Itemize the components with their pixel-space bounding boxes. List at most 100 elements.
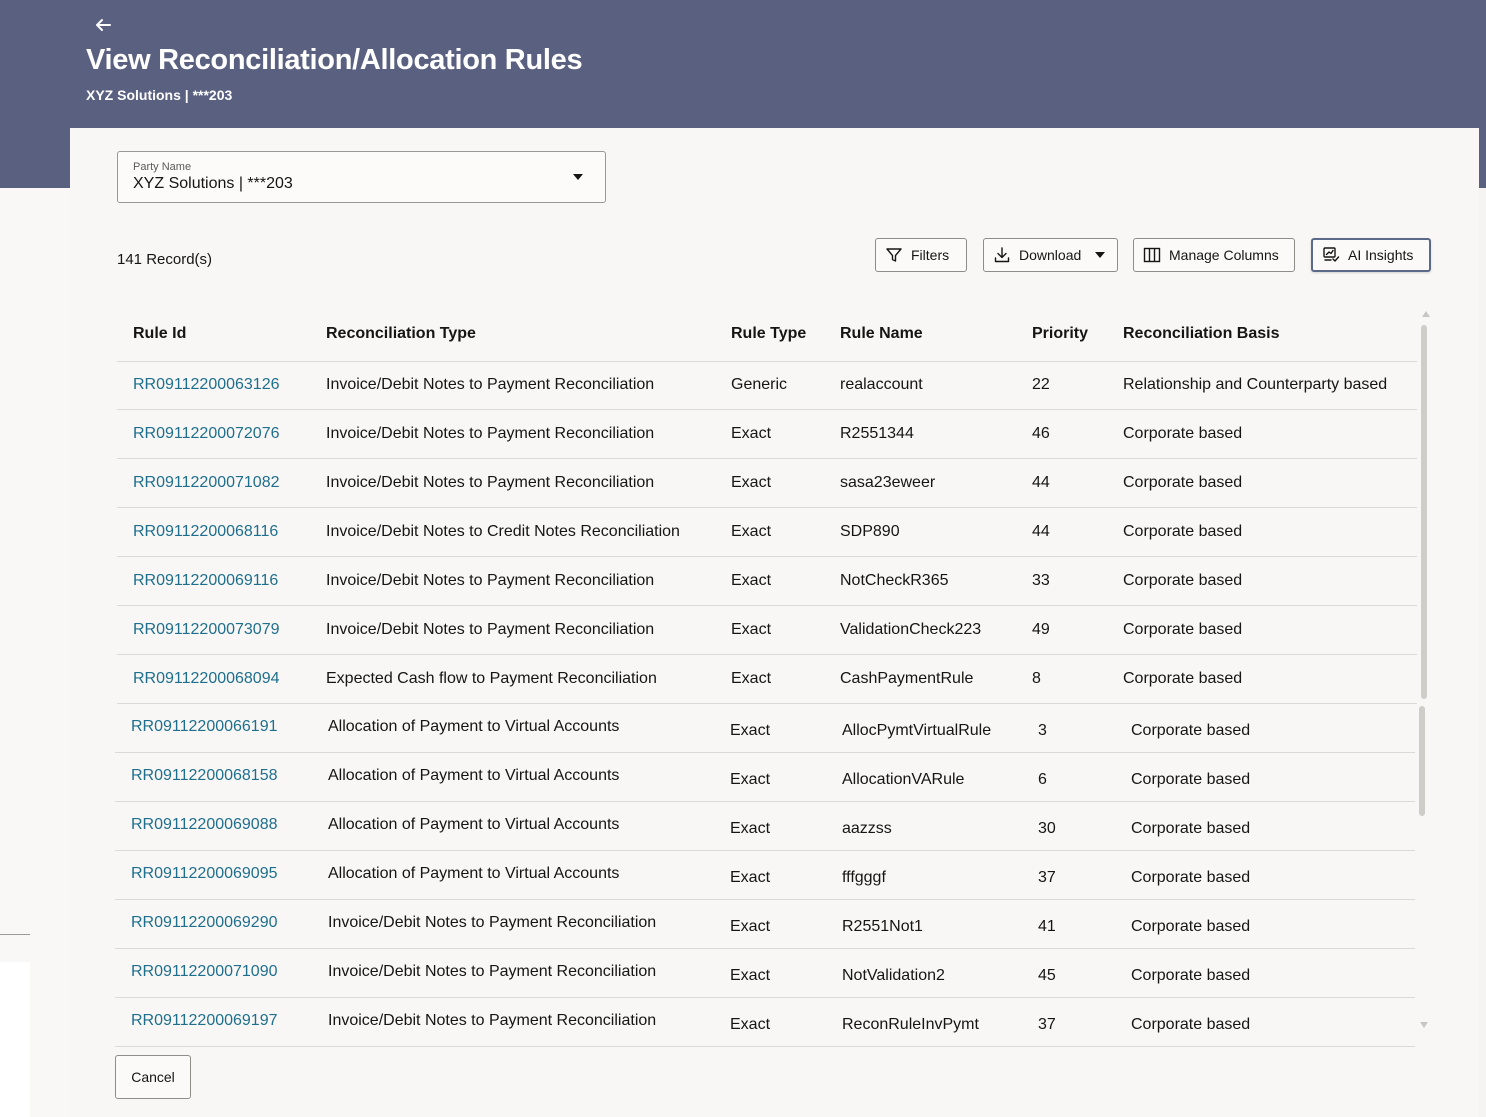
rule-name-cell: aazzss <box>842 820 892 837</box>
record-count: 141 Record(s) <box>117 251 213 268</box>
rule-type-cell: Exact <box>730 1016 771 1033</box>
party-name-label: Party Name <box>133 161 192 173</box>
rule-id-link[interactable]: RR09112200069290 <box>131 914 278 932</box>
page-subtitle: XYZ Solutions | ***203 <box>86 87 233 103</box>
reconciliation-type-cell: Invoice/Debit Notes to Payment Reconcili… <box>326 621 655 638</box>
reconciliation-type-cell: Invoice/Debit Notes to Payment Reconcili… <box>326 425 655 442</box>
priority-cell: 44 <box>1032 523 1050 540</box>
manage-columns-label: Manage Columns <box>1169 247 1279 263</box>
rule-id-link[interactable]: RR09112200068158 <box>131 767 278 785</box>
table-row: RR09112200069095 Allocation of Payment t… <box>115 851 1415 900</box>
rule-type-cell: Exact <box>731 425 772 442</box>
ai-insights-icon <box>1323 247 1340 262</box>
rule-type-cell: Exact <box>730 967 771 984</box>
scrollbar-thumb[interactable] <box>1421 325 1427 699</box>
rule-type-cell: Exact <box>730 869 771 886</box>
rule-type-cell: Exact <box>730 771 771 788</box>
priority-cell: 3 <box>1038 722 1047 739</box>
filters-button[interactable]: Filters <box>875 238 967 272</box>
table-row: RR09112200071082 Invoice/Debit Notes to … <box>117 459 1417 508</box>
table-row: RR09112200069290 Invoice/Debit Notes to … <box>115 900 1415 949</box>
reconciliation-basis-cell: Corporate based <box>1123 523 1243 540</box>
download-label: Download <box>1019 247 1082 263</box>
column-header-rule-type[interactable]: Rule Type <box>731 325 806 343</box>
rule-name-cell: R2551Not1 <box>842 918 923 935</box>
table-row: RR09112200068094 Expected Cash flow to P… <box>117 655 1417 704</box>
reconciliation-basis-cell: Corporate based <box>1123 621 1243 638</box>
rule-name-cell: sasa23eweer <box>840 474 936 491</box>
table-row: RR09112200066191 Allocation of Payment t… <box>115 704 1415 753</box>
download-icon <box>994 247 1010 263</box>
table-body-top: RR09112200063126 Invoice/Debit Notes to … <box>117 361 1417 704</box>
reconciliation-basis-cell: Corporate based <box>1123 572 1243 589</box>
scroll-down-arrow[interactable] <box>1420 1022 1428 1028</box>
reconciliation-basis-cell: Corporate based <box>1131 820 1251 837</box>
rule-id-link[interactable]: RR09112200072076 <box>133 425 280 443</box>
column-header-reconciliation-basis[interactable]: Reconciliation Basis <box>1123 325 1280 343</box>
rule-id-link[interactable]: RR09112200071090 <box>131 963 278 981</box>
reconciliation-type-cell: Invoice/Debit Notes to Credit Notes Reco… <box>326 523 680 540</box>
rule-id-link[interactable]: RR09112200063126 <box>133 376 280 394</box>
rule-type-cell: Exact <box>731 670 772 687</box>
rule-id-link[interactable]: RR09112200069116 <box>133 572 278 590</box>
table-row: RR09112200072076 Invoice/Debit Notes to … <box>117 410 1417 459</box>
rule-name-cell: fffgggf <box>842 869 886 886</box>
ai-insights-label: AI Insights <box>1348 247 1414 263</box>
reconciliation-type-cell: Allocation of Payment to Virtual Account… <box>328 767 620 784</box>
rule-name-cell: SDP890 <box>840 523 900 540</box>
rule-id-link[interactable]: RR09112200066191 <box>131 718 278 736</box>
party-name-value: XYZ Solutions | ***203 <box>133 175 293 192</box>
rule-id-link[interactable]: RR09112200068094 <box>133 670 280 688</box>
rule-name-cell: NotValidation2 <box>842 967 945 984</box>
rule-type-cell: Generic <box>731 376 788 393</box>
scroll-up-arrow[interactable] <box>1422 311 1430 317</box>
column-header-rule-name[interactable]: Rule Name <box>840 325 923 343</box>
reconciliation-basis-cell: Corporate based <box>1131 722 1251 739</box>
reconciliation-type-cell: Allocation of Payment to Virtual Account… <box>328 865 620 882</box>
priority-cell: 33 <box>1032 572 1050 589</box>
column-header-reconciliation-type[interactable]: Reconciliation Type <box>326 325 476 343</box>
rule-id-link[interactable]: RR09112200069095 <box>131 865 278 883</box>
cancel-button[interactable]: Cancel <box>115 1055 191 1099</box>
table-row: RR09112200069197 Invoice/Debit Notes to … <box>115 998 1415 1047</box>
reconciliation-basis-cell: Corporate based <box>1131 771 1251 788</box>
rule-name-cell: AllocationVARule <box>842 771 965 788</box>
rule-type-cell: Exact <box>731 621 772 638</box>
reconciliation-basis-cell: Corporate based <box>1131 869 1251 886</box>
manage-columns-button[interactable]: Manage Columns <box>1133 238 1295 272</box>
rule-name-cell: realaccount <box>840 376 923 393</box>
rule-id-link[interactable]: RR09112200069088 <box>131 816 278 834</box>
reconciliation-type-cell: Invoice/Debit Notes to Payment Reconcili… <box>326 572 655 589</box>
rule-name-cell: AllocPymtVirtualRule <box>842 722 992 739</box>
column-header-priority[interactable]: Priority <box>1032 325 1088 343</box>
chevron-down-icon <box>573 174 583 180</box>
table-row: RR09112200071090 Invoice/Debit Notes to … <box>115 949 1415 998</box>
reconciliation-type-cell: Invoice/Debit Notes to Payment Reconcili… <box>328 963 657 980</box>
party-name-select[interactable]: Party Name XYZ Solutions | ***203 <box>117 151 606 203</box>
priority-cell: 22 <box>1032 376 1050 393</box>
table-row: RR09112200069116 Invoice/Debit Notes to … <box>117 557 1417 606</box>
rule-id-link[interactable]: RR09112200069197 <box>131 1012 278 1030</box>
rule-type-cell: Exact <box>731 474 772 491</box>
scrollbar-thumb-lower[interactable] <box>1419 706 1425 816</box>
rule-id-link[interactable]: RR09112200073079 <box>133 621 280 639</box>
ai-insights-button[interactable]: AI Insights <box>1311 238 1431 272</box>
reconciliation-type-cell: Invoice/Debit Notes to Payment Reconcili… <box>328 1012 657 1029</box>
rule-name-cell: R2551344 <box>840 425 914 442</box>
reconciliation-type-cell: Allocation of Payment to Virtual Account… <box>328 816 620 833</box>
download-button[interactable]: Download <box>983 238 1118 272</box>
rule-id-link[interactable]: RR09112200068116 <box>133 523 278 541</box>
priority-cell: 45 <box>1038 967 1056 984</box>
rule-type-cell: Exact <box>730 918 771 935</box>
rule-name-cell: ReconRuleInvPymt <box>842 1016 979 1033</box>
reconciliation-type-cell: Allocation of Payment to Virtual Account… <box>328 718 620 735</box>
reconciliation-basis-cell: Corporate based <box>1131 967 1251 984</box>
priority-cell: 44 <box>1032 474 1050 491</box>
rule-type-cell: Exact <box>731 572 772 589</box>
filters-label: Filters <box>911 247 950 263</box>
reconciliation-type-cell: Invoice/Debit Notes to Payment Reconcili… <box>328 914 657 931</box>
column-header-rule-id[interactable]: Rule Id <box>133 325 186 343</box>
rule-id-link[interactable]: RR09112200071082 <box>133 474 280 492</box>
arrow-left-icon[interactable] <box>92 14 114 36</box>
reconciliation-type-cell: Expected Cash flow to Payment Reconcilia… <box>326 670 657 687</box>
